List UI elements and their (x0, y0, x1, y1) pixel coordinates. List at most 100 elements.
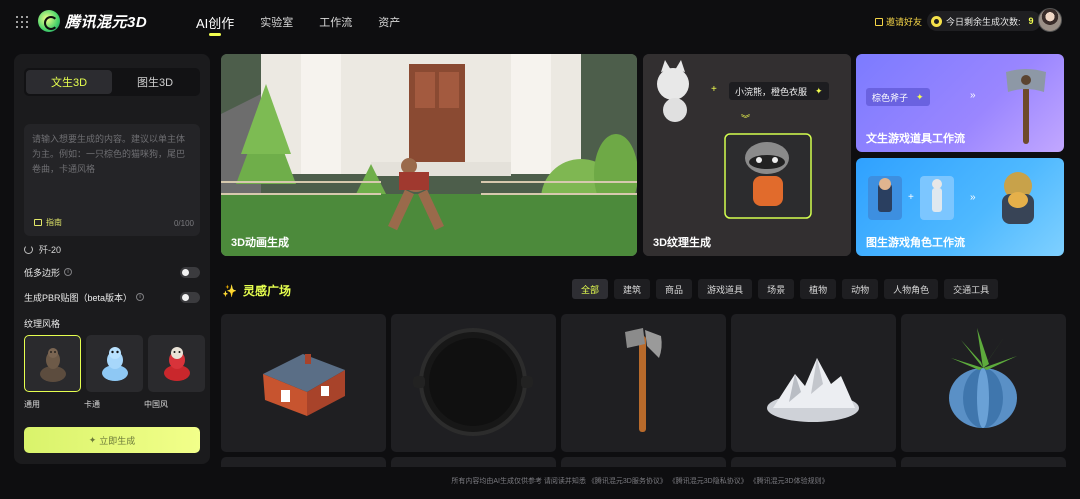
seal-thumbnail-icon (39, 348, 66, 382)
gallery-card-partial[interactable] (901, 457, 1066, 467)
banner-title: 3D动画生成 (231, 237, 290, 249)
gallery-card-partial[interactable] (561, 457, 726, 467)
gallery-card-partial[interactable] (391, 457, 556, 467)
inspiration-gallery (221, 314, 1066, 452)
option-low-poly: 低多边形 i (24, 264, 200, 280)
inspiration-title: ✨ 灵感广场 (222, 282, 291, 299)
banner-3d-texture[interactable]: 小浣熊，橙色衣服 ✦ + ︾ 3D纹理生成 (643, 54, 851, 256)
option-label: 生成PBR贴图（beta版本） (24, 292, 133, 303)
model-selector[interactable]: 歼-20 (24, 243, 61, 256)
texture-prompt-chip: 小浣熊，橙色衣服 ✦ (729, 82, 829, 100)
mode-tabs: 文生3D 图生3D (24, 68, 200, 96)
arrow-right-icon: » (970, 192, 976, 203)
filter-products[interactable]: 商品 (656, 279, 693, 299)
brand-name: 腾讯混元3D (65, 13, 148, 31)
model-name: 歼-20 (39, 245, 62, 255)
char-counter: 0/100 (173, 219, 194, 228)
gallery-card-house[interactable] (221, 314, 386, 452)
style-card-general[interactable] (24, 335, 81, 392)
info-icon[interactable]: i (64, 268, 73, 276)
animation-scene-illustration (221, 54, 637, 256)
invite-label: 邀请好友 (886, 17, 923, 27)
nav-lab[interactable]: 实验室 (258, 0, 295, 44)
nav-workflow[interactable]: 工作流 (317, 0, 354, 44)
prompt-input[interactable]: 请输入想要生成的内容。建议以单主体为主。例如：一只棕色的猫咪狗，尾巴卷曲，卡通风… (24, 124, 200, 236)
brand-logo[interactable]: 腾讯混元3D (38, 10, 147, 32)
sparkle-icon: ✦ (916, 91, 924, 102)
gallery-card-pan[interactable] (391, 314, 556, 452)
nav-ai-create[interactable]: AI创作 (194, 0, 236, 44)
banner-prop-workflow[interactable]: 棕色斧子 ✦ » 文生游戏道具工作流 (856, 54, 1064, 152)
filter-plants[interactable]: 植物 (800, 279, 837, 299)
style-labels: 通用 卡通 中国风 (24, 399, 204, 410)
style-card-chinese[interactable] (148, 335, 205, 392)
sparkle-icon: ✦ (88, 434, 97, 445)
filter-vehicles[interactable]: 交通工具 (944, 279, 999, 299)
option-label: 低多边形 (24, 267, 61, 278)
tab-text-to-3d[interactable]: 文生3D (26, 70, 112, 94)
filter-all[interactable]: 全部 (572, 279, 609, 299)
category-filters: 全部 建筑 商品 游戏道具 场景 植物 动物 人物角色 交通工具 (572, 279, 999, 299)
user-avatar[interactable] (1038, 8, 1062, 32)
style-label-general: 通用 (24, 400, 40, 409)
apps-grid-icon[interactable] (16, 16, 28, 28)
guide-label: 指南 (46, 218, 62, 227)
axe-illustration (1006, 69, 1046, 144)
texture-style-list (24, 335, 205, 392)
main-nav: AI创作 实验室 工作流 资产 (194, 0, 402, 44)
house-model-thumbnail (263, 354, 345, 416)
sparkle-icon: ✨ (222, 283, 237, 298)
style-card-cartoon[interactable] (86, 335, 143, 392)
cartoon-seal-thumbnail-icon (101, 347, 128, 381)
style-label-chinese: 中国风 (144, 400, 168, 409)
invite-friends-button[interactable]: 邀请好友 (875, 15, 922, 28)
gallery-card-partial[interactable] (221, 457, 386, 467)
gallery-card-mountain[interactable] (731, 314, 896, 452)
create-panel: 文生3D 图生3D 请输入想要生成的内容。建议以单主体为主。例如：一只棕色的猫咪… (14, 54, 210, 464)
book-icon (34, 219, 42, 226)
banner-title: 图生游戏角色工作流 (866, 237, 965, 249)
gallery-card-partial[interactable] (731, 457, 896, 467)
top-bar: 腾讯混元3D AI创作 实验室 工作流 资产 邀请好友 今日剩余生成次数: 9 (0, 0, 1080, 44)
banner-title: 文生游戏道具工作流 (866, 133, 965, 145)
filter-architecture[interactable]: 建筑 (614, 279, 651, 299)
gallery-card-vase-plant[interactable] (901, 314, 1066, 452)
banner-character-workflow[interactable]: + » 图生游戏角色工作流 (856, 158, 1064, 256)
pbr-toggle[interactable] (180, 291, 200, 303)
gallery-next-row (221, 457, 1066, 467)
nav-assets[interactable]: 资产 (376, 0, 402, 44)
hunyuan-logo-icon (38, 10, 60, 32)
filter-scenes[interactable]: 场景 (758, 279, 795, 299)
tab-image-to-3d[interactable]: 图生3D (112, 70, 198, 94)
gallery-card-axe[interactable] (561, 314, 726, 452)
chevron-down-icon: ︾ (741, 114, 751, 124)
gift-icon (875, 17, 883, 26)
axe-model-thumbnail (625, 328, 662, 432)
generate-button[interactable]: ✦ 立即生成 (24, 427, 200, 453)
inspiration-title-text: 灵感广场 (242, 284, 291, 298)
quota-value: 9 (1028, 16, 1034, 26)
option-pbr: 生成PBR贴图（beta版本） i (24, 289, 200, 305)
coin-icon (931, 15, 942, 27)
filter-characters[interactable]: 人物角色 (884, 279, 939, 299)
generation-quota-badge: 今日剩余生成次数: 9 (927, 11, 1041, 31)
plus-icon: + (711, 84, 717, 95)
style-label-cartoon: 卡通 (84, 400, 100, 409)
banner-3d-animation[interactable]: 3D动画生成 (221, 54, 637, 256)
generate-label: 立即生成 (99, 435, 136, 446)
quota-label: 今日剩余生成次数: (946, 16, 1021, 27)
arrow-right-icon: » (970, 90, 976, 101)
info-icon[interactable]: i (136, 293, 145, 301)
plus-icon: + (908, 192, 914, 203)
mountain-model-thumbnail (767, 358, 859, 422)
texture-style-title: 纹理风格 (24, 319, 61, 329)
low-poly-toggle[interactable] (180, 266, 200, 278)
chinese-seal-thumbnail-icon (163, 347, 190, 381)
prompt-placeholder: 请输入想要生成的内容。建议以单主体为主。例如：一只棕色的猫咪狗，尾巴卷曲，卡通风… (32, 134, 186, 174)
vase-plant-model-thumbnail (949, 328, 1017, 428)
banner-title: 3D纹理生成 (653, 237, 712, 249)
prop-prompt: 棕色斧子 (872, 92, 909, 103)
guide-link[interactable]: 指南 (34, 217, 62, 228)
filter-game-props[interactable]: 游戏道具 (698, 279, 753, 299)
filter-animals[interactable]: 动物 (842, 279, 879, 299)
